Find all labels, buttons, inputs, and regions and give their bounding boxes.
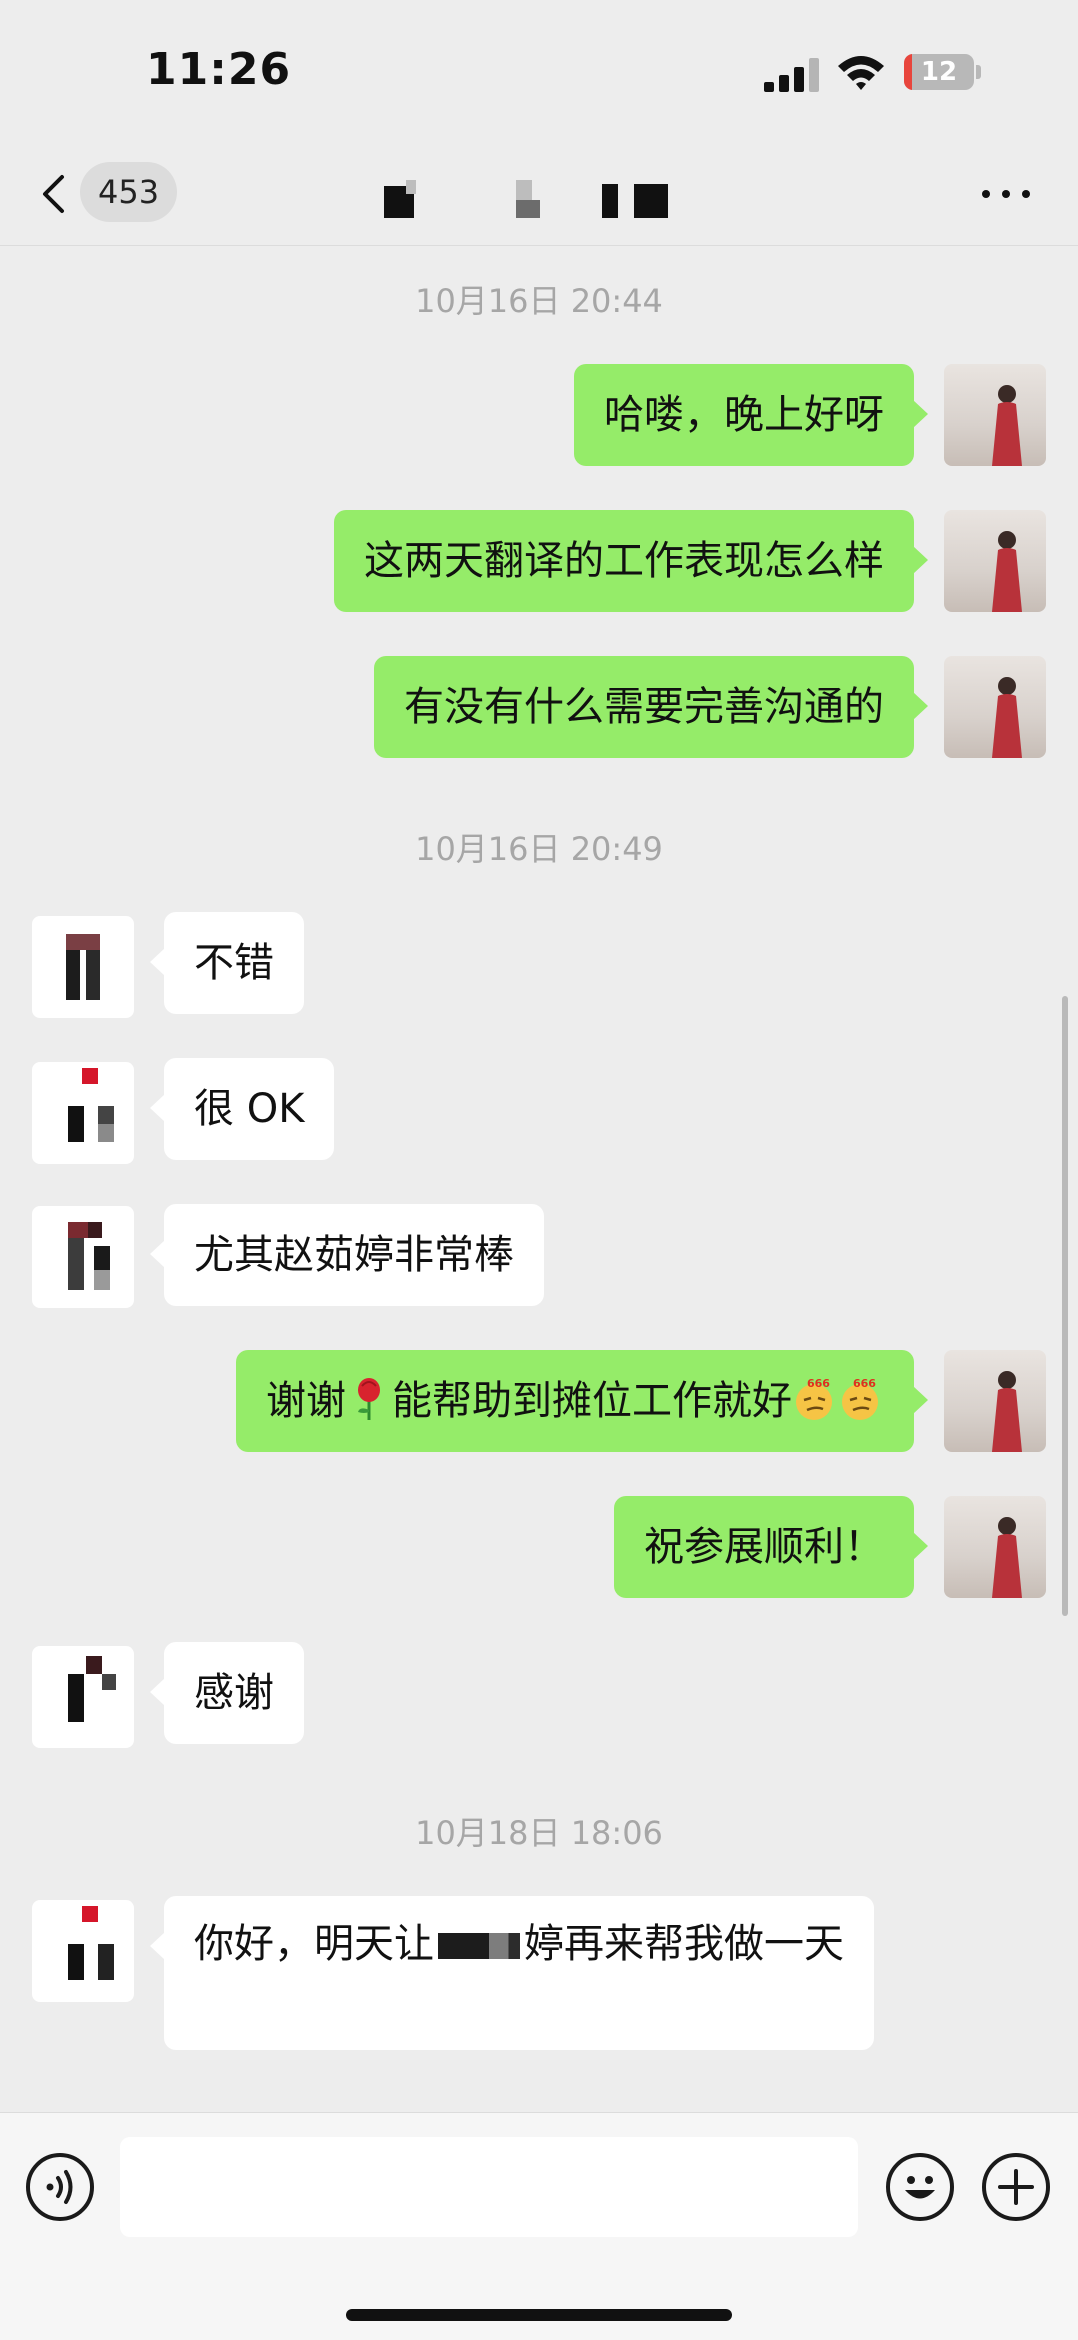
svg-text:666: 666 [807,1377,830,1390]
incoming-message[interactable]: 感谢 [150,1642,304,1744]
message-text: 能帮助到摊位工作就好 [392,1378,792,1424]
message-text: 你好，明天让 [194,1921,434,1967]
smiley-icon [905,2176,935,2199]
message-text: 谢谢 [266,1378,346,1424]
outgoing-message[interactable]: 这两天翻译的工作表现怎么样 [334,510,928,612]
chat-header: 453 [0,140,1078,246]
outgoing-message[interactable]: 祝参展顺利！ [614,1496,928,1598]
contact-avatar[interactable] [32,1206,134,1308]
input-bar [0,2112,1078,2340]
outgoing-message[interactable]: 有没有什么需要完善沟通的 [374,656,928,758]
contact-avatar[interactable] [32,1900,134,2002]
666-smirk-emoji-icon: 666 [842,1377,878,1420]
incoming-message[interactable]: 不错 [150,912,304,1014]
chevron-left-icon [43,175,64,213]
666-smirk-emoji-icon: 666 [796,1377,832,1420]
emoji-button[interactable] [886,2153,954,2221]
message-timestamp: 10月18日 18:06 [415,1814,663,1852]
voice-icon [46,2170,73,2204]
message-text: 婷再来帮我做一天 [524,1921,844,1967]
my-avatar[interactable] [944,1496,1046,1598]
more-options-button[interactable] [976,176,1036,212]
home-indicator [346,2309,732,2321]
message-input[interactable] [120,2137,858,2237]
plus-icon [998,2169,1034,2205]
unread-count-badge: 453 [80,162,178,222]
more-actions-button[interactable] [982,2153,1050,2221]
cellular-signal-icon [764,58,819,92]
voice-input-button[interactable] [26,2153,94,2221]
contact-avatar[interactable] [32,916,134,1018]
incoming-message[interactable]: 你好，明天让 婷再来帮我做一天 [150,1896,874,2050]
battery-icon: 12 [904,54,982,90]
battery-level: 12 [920,57,958,87]
my-avatar[interactable] [944,1350,1046,1452]
status-bar: 11:26 12 [0,0,1078,140]
chat-title-redacted [380,180,690,220]
rose-emoji-icon [358,1378,380,1420]
wifi-icon [838,56,884,90]
message-timestamp: 10月16日 20:49 [415,830,663,868]
back-button[interactable]: 453 [30,160,190,224]
contact-avatar[interactable] [32,1646,134,1748]
message-timestamp: 10月16日 20:44 [415,282,663,320]
incoming-message[interactable]: 尤其赵茹婷非常棒 [150,1204,544,1306]
chat-scrollbar[interactable] [1062,996,1068,1616]
svg-text:666: 666 [853,1377,876,1390]
status-time: 11:26 [146,44,292,95]
outgoing-message[interactable]: 谢谢 能帮助到摊位工作就好 666 666 [236,1350,928,1452]
redacted-name [438,1933,520,1959]
my-avatar[interactable] [944,656,1046,758]
my-avatar[interactable] [944,510,1046,612]
my-avatar[interactable] [944,364,1046,466]
outgoing-message[interactable]: 哈喽，晚上好呀 [574,364,928,466]
incoming-message[interactable]: 很 OK [149,1058,335,1160]
contact-avatar[interactable] [32,1062,134,1164]
